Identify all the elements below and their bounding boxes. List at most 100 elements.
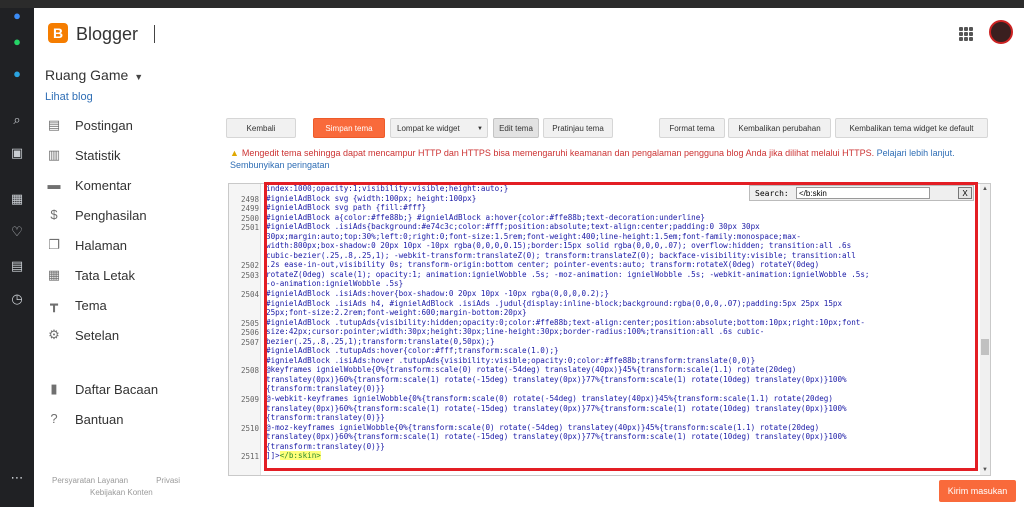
sidebar-item-comments[interactable]: ▬ Komentar	[46, 175, 216, 195]
code-line: #ignielAdBlock svg path {fill:#fff}	[266, 203, 427, 213]
code-line: @-webkit-keyframes ignielWobble{0%{trans…	[266, 394, 833, 404]
blog-name: Ruang Game	[45, 67, 129, 83]
line-number: 2506	[240, 328, 259, 338]
stats-icon: ▥	[47, 147, 61, 162]
close-icon[interactable]: X	[958, 187, 972, 199]
clock-icon[interactable]: ◷	[9, 291, 25, 307]
line-number: 2498	[240, 194, 259, 204]
wallet-icon[interactable]: ▣	[9, 145, 25, 161]
back-button[interactable]: Kembali	[226, 118, 296, 138]
code-editor[interactable]: 2498 2499 2500 2501 2502 2503 2504 2505 2506 2507…	[228, 182, 991, 476]
revert-widgets-button[interactable]: Kembalikan tema widget ke default	[835, 118, 988, 138]
heart-icon[interactable]: ♡	[9, 224, 25, 240]
whatsapp-icon[interactable]: ●	[9, 34, 25, 50]
code-line: translatey(0px)}60%{transform:scale(1) r…	[266, 432, 847, 442]
tab-edit-theme[interactable]: Edit tema	[493, 118, 539, 138]
apps-launcher-icon[interactable]	[959, 27, 973, 41]
code-line: {transform:translatey(0)}}	[266, 384, 385, 394]
sidebar-item-reading-list[interactable]: ▮ Daftar Bacaan	[46, 379, 216, 399]
sidebar-item-label: Penghasilan	[75, 207, 147, 223]
line-number: 2510	[240, 423, 259, 433]
search-icon[interactable]: ⌕	[9, 112, 25, 128]
code-line: width:800px;box-shadow:0 20px 10px -10px…	[266, 241, 852, 251]
comments-icon: ▬	[47, 177, 61, 192]
code-line: cubic-bezier(.25,.8,.25,1); -webkit-tran…	[266, 250, 856, 260]
more-icon[interactable]: ⋯	[9, 470, 25, 486]
warning-text: Mengedit tema sehingga dapat mencampur H…	[241, 148, 875, 158]
sidebar-item-label: Setelan	[75, 327, 120, 343]
sidebar-item-pages[interactable]: ❐ Halaman	[46, 235, 216, 255]
terms-link[interactable]: Persyaratan Layanan	[52, 475, 128, 487]
theme-icon: ┳	[50, 297, 58, 312]
code-line: translatey(0px)}60%{transform:scale(1) r…	[266, 403, 847, 413]
code-line: @keyframes ignielWobble{0%{transform:sca…	[266, 365, 797, 375]
code-line: 30px;margin:auto;top:30%;left:0;right:0;…	[266, 231, 801, 241]
code-line: #ignielAdBlock .isiAds:hover{box-shadow:…	[266, 289, 609, 299]
sidebar-item-layout[interactable]: ▦ Tata Letak	[46, 265, 216, 285]
line-number: 2511	[240, 452, 259, 462]
sidebar-item-help[interactable]: ? Bantuan	[46, 409, 216, 429]
sidebar-item-earnings[interactable]: $ Penghasilan	[46, 205, 216, 225]
code-area[interactable]: index:1000;opacity:1;visibility:visible;…	[266, 184, 976, 475]
line-number: 2499	[240, 204, 259, 214]
vertical-scrollbar[interactable]: ▲ ▼	[980, 184, 990, 475]
sidebar-item-label: Tema	[75, 297, 107, 313]
code-line: #ignielAdBlock .isiAds:hover .tutupAds{v…	[266, 355, 756, 365]
pages-icon: ❐	[48, 237, 60, 252]
layout-icon: ▦	[47, 267, 61, 282]
code-line: 25px;font-size:2.2rem;font-weight:600;ma…	[266, 308, 527, 318]
code-line: #ignielAdBlock .tutupAds{visibility:hidd…	[266, 317, 865, 327]
line-number: 2509	[240, 395, 259, 405]
sidebar-item-settings[interactable]: ⚙ Setelan	[46, 325, 216, 345]
hide-warning-link[interactable]: Sembunyikan peringatan	[230, 160, 330, 170]
sidebar-item-posts[interactable]: ▤ Postingan	[46, 115, 216, 135]
blogger-logo-icon[interactable]: B	[48, 23, 68, 43]
theme-editor-panel: Kembali Simpan tema Lompat ke widget ▼ Ed…	[224, 60, 1024, 507]
code-line: size:42px;cursor:pointer;width:30px;heig…	[266, 327, 765, 337]
blog-selector[interactable]: Ruang Game ▼	[45, 67, 143, 83]
telegram-icon[interactable]: ●	[9, 66, 25, 82]
line-number: 2503	[240, 270, 259, 280]
tab-preview-theme[interactable]: Pratinjau tema	[543, 118, 613, 138]
sidebar-item-label: Daftar Bacaan	[75, 381, 159, 397]
line-number: 2502	[240, 261, 259, 271]
warning-icon: ▲	[230, 148, 239, 158]
news-icon[interactable]: ▤	[9, 258, 25, 274]
settings-icon: ⚙	[48, 327, 60, 342]
view-blog-link[interactable]: Lihat blog	[45, 91, 93, 103]
avatar[interactable]	[989, 20, 1013, 44]
cdata-close: ]]>	[266, 451, 280, 461]
code-line-closing: ]]></b:skin>	[266, 451, 976, 461]
sidebar-item-label: Statistik	[75, 147, 121, 163]
save-theme-button[interactable]: Simpan tema	[313, 118, 385, 138]
line-number: 2501	[240, 223, 259, 233]
search-input[interactable]	[796, 187, 930, 199]
scroll-up-icon[interactable]: ▲	[980, 184, 990, 194]
line-number: 2507	[240, 337, 259, 347]
jump-to-widget-label: Lompat ke widget	[397, 124, 460, 133]
jump-to-widget-dropdown[interactable]: Lompat ke widget ▼	[390, 118, 488, 138]
sidebar: Ruang Game ▼ Lihat blog ▤ Postingan ▥ Sta…	[34, 60, 224, 507]
code-line: -o-animation:ignielWobble .5s}	[266, 279, 404, 289]
format-theme-button[interactable]: Format tema	[659, 118, 725, 138]
scroll-down-icon[interactable]: ▼	[980, 465, 990, 475]
chevron-down-icon: ▼	[477, 126, 483, 132]
browser-side-rail: ● ● ● ⌕ ▣ ▦ ♡ ▤ ◷ ⋯	[0, 8, 34, 507]
code-line: .2s ease-in-out,visibility 0s; transform…	[266, 260, 820, 270]
messenger-icon[interactable]: ●	[9, 8, 25, 24]
skin-closing-tag: </b:skin>	[279, 451, 321, 461]
revert-changes-button[interactable]: Kembalikan perubahan	[728, 118, 831, 138]
scrollbar-thumb[interactable]	[981, 339, 989, 355]
learn-more-link[interactable]: Pelajari lebih lanjut.	[877, 148, 955, 158]
sidebar-item-theme[interactable]: ┳ Tema	[46, 295, 216, 315]
send-feedback-button[interactable]: Kirim masukan	[939, 480, 1016, 502]
code-line: bezier(.25,.8,.25,1);transform:translate…	[266, 336, 495, 346]
content-policy-link[interactable]: Kebijakan Konten	[90, 488, 153, 497]
code-line: {transform:translatey(0)}}	[266, 413, 385, 423]
sidebar-item-stats[interactable]: ▥ Statistik	[46, 145, 216, 165]
apps-grid-icon[interactable]: ▦	[9, 191, 25, 207]
app-name[interactable]: Blogger	[76, 23, 138, 45]
line-number: 2505	[240, 318, 259, 328]
search-bar: Search: X	[749, 185, 974, 201]
privacy-link[interactable]: Privasi	[156, 475, 180, 487]
